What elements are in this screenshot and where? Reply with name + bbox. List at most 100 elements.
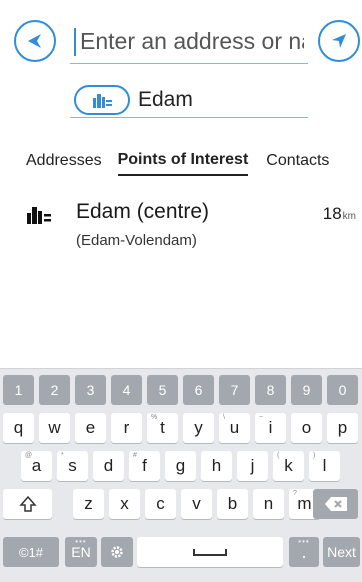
navigate-arrow-icon	[332, 34, 346, 48]
key-f[interactable]: # f	[129, 451, 160, 481]
tab-addresses[interactable]: Addresses	[26, 146, 102, 176]
key-dots: •••	[298, 537, 310, 546]
search-field[interactable]	[70, 20, 308, 64]
key-label: s	[68, 456, 77, 475]
key-5[interactable]: 5	[147, 375, 178, 405]
key-0[interactable]: 0	[327, 375, 358, 405]
key-label: i	[268, 418, 273, 437]
key-y[interactable]: y	[183, 413, 214, 443]
key-label: w	[48, 418, 61, 437]
filter-text: Edam	[138, 87, 193, 111]
city-icon	[27, 207, 51, 224]
key-label: y	[194, 418, 203, 437]
key-label: n	[263, 494, 274, 513]
key-9[interactable]: 9	[291, 375, 322, 405]
symbols-key[interactable]: ©1#	[3, 537, 59, 567]
backspace-icon	[324, 497, 347, 511]
key-d[interactable]: d	[93, 451, 124, 481]
key-t[interactable]: % t	[147, 413, 178, 443]
key-b[interactable]: b	[217, 489, 248, 519]
next-key[interactable]: Next	[323, 537, 360, 567]
settings-key[interactable]	[101, 537, 133, 567]
key-label: j	[250, 456, 255, 475]
result-title: Edam (centre)	[76, 200, 210, 223]
backspace-key[interactable]	[313, 489, 358, 519]
key-r[interactable]: r	[111, 413, 142, 443]
key-label: m	[297, 494, 312, 513]
list-item[interactable]: Edam (centre) (Edam-Volendam) 18km	[0, 198, 362, 258]
poi-filter-chip[interactable]	[74, 84, 130, 115]
key-hint: \	[223, 414, 225, 421]
key-h[interactable]: h	[201, 451, 232, 481]
keyboard-row-2: @ a * s d # f g h j (k ) l	[0, 451, 362, 487]
key-label: t	[160, 418, 165, 437]
keyboard-bottom-row: ©1# ••• EN •••. Next	[0, 537, 362, 573]
space-key[interactable]	[137, 537, 283, 567]
key-k[interactable]: (k	[273, 451, 304, 481]
key-e[interactable]: e	[75, 413, 106, 443]
tab-points-of-interest[interactable]: Points of Interest	[117, 146, 249, 176]
key-label: b	[227, 494, 238, 513]
key-3[interactable]: 3	[75, 375, 106, 405]
key-hint: (	[277, 452, 280, 459]
shift-icon	[18, 495, 37, 512]
language-key[interactable]: ••• EN	[65, 537, 97, 567]
key-w[interactable]: w	[39, 413, 70, 443]
key-s[interactable]: * s	[57, 451, 88, 481]
key-l[interactable]: ) l	[309, 451, 340, 481]
key-1[interactable]: 1	[3, 375, 34, 405]
key-hint: @	[25, 452, 33, 459]
key-8[interactable]: 8	[255, 375, 286, 405]
key-u[interactable]: \ u	[219, 413, 250, 443]
back-arrow-icon	[28, 34, 41, 48]
key-p[interactable]: p	[327, 413, 358, 443]
key-j[interactable]: j	[237, 451, 268, 481]
key-label: e	[85, 418, 96, 437]
key-label: z	[84, 494, 93, 513]
result-subtitle: (Edam-Volendam)	[76, 232, 197, 249]
key-6[interactable]: 6	[183, 375, 214, 405]
key-label: c	[156, 494, 165, 513]
search-input[interactable]	[76, 28, 304, 55]
keyboard-number-row: 1 2 3 4 5 6 7 8 9 0	[0, 375, 362, 411]
key-label: h	[211, 456, 222, 475]
key-2[interactable]: 2	[39, 375, 70, 405]
key-label: x	[120, 494, 129, 513]
distance-value: 18	[322, 204, 342, 223]
result-distance: 18km	[323, 204, 356, 224]
key-c[interactable]: c	[145, 489, 176, 519]
key-label: g	[175, 456, 186, 475]
key-7[interactable]: 7	[219, 375, 250, 405]
keyboard-row-1: q w e r % t y \ u ~ i o p	[0, 413, 362, 449]
key-hint: ~	[259, 414, 264, 421]
key-o[interactable]: o	[291, 413, 322, 443]
key-i[interactable]: ~ i	[255, 413, 286, 443]
city-icon	[93, 93, 112, 108]
key-n[interactable]: n	[253, 489, 284, 519]
key-label: v	[192, 494, 201, 513]
key-label: k	[284, 456, 293, 475]
key-label: f	[142, 456, 147, 475]
key-label: r	[123, 418, 130, 437]
key-4[interactable]: 4	[111, 375, 142, 405]
key-q[interactable]: q	[3, 413, 34, 443]
back-button[interactable]	[14, 20, 56, 62]
key-z[interactable]: z	[73, 489, 104, 519]
navigate-button[interactable]	[318, 20, 360, 62]
key-label: l	[322, 456, 327, 475]
gear-icon	[111, 546, 123, 558]
key-label: a	[31, 456, 42, 475]
filter-row: Edam	[70, 82, 308, 118]
key-v[interactable]: v	[181, 489, 212, 519]
period-key[interactable]: •••.	[289, 537, 319, 567]
key-hint: )	[313, 452, 316, 459]
key-a[interactable]: @ a	[21, 451, 52, 481]
category-tabs: Addresses Points of Interest Contacts	[0, 146, 362, 176]
key-label: EN	[71, 544, 91, 560]
tab-contacts[interactable]: Contacts	[266, 146, 329, 176]
key-label: u	[229, 418, 240, 437]
key-x[interactable]: x	[109, 489, 140, 519]
key-g[interactable]: g	[165, 451, 196, 481]
key-label: p	[337, 418, 348, 437]
shift-key[interactable]	[3, 489, 52, 519]
